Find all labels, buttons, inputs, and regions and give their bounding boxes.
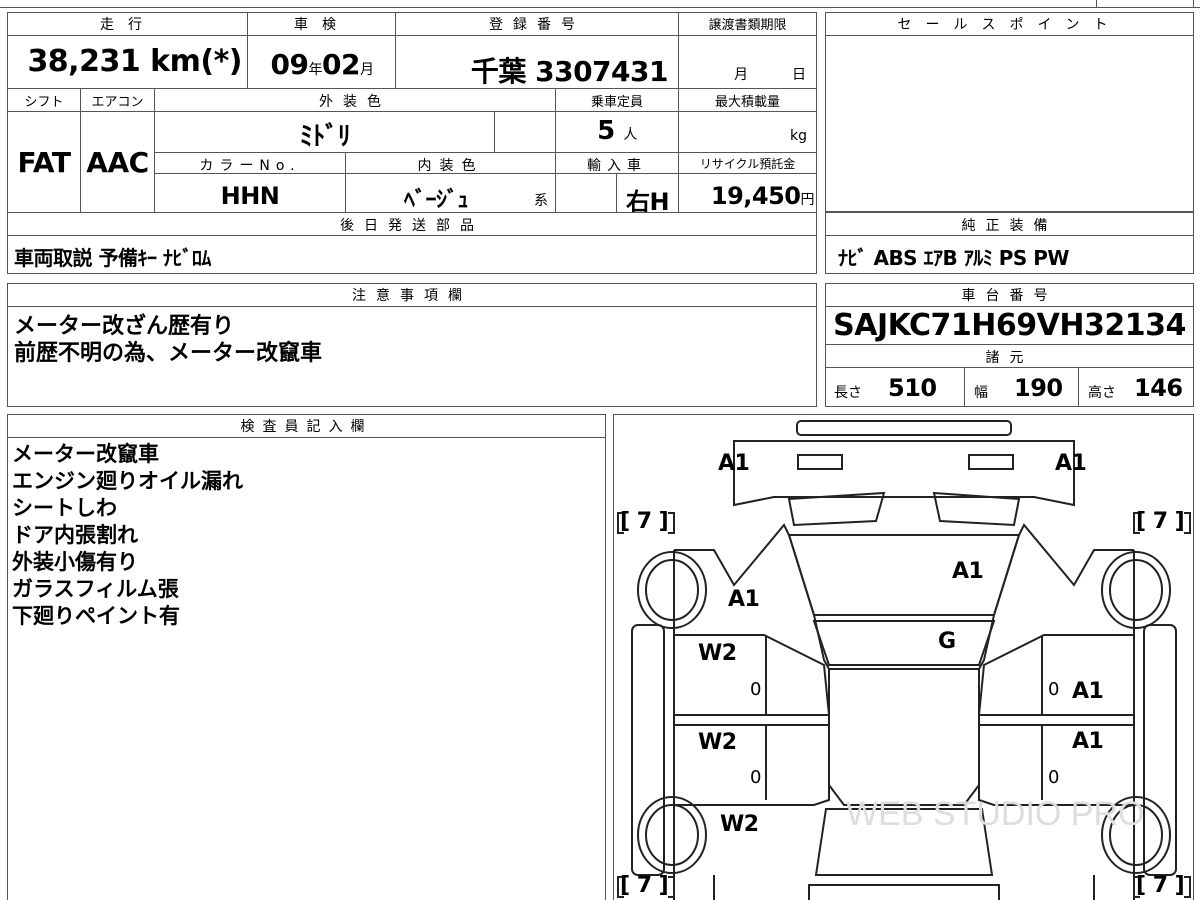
mark-hood: A1 (952, 559, 984, 584)
inspector-line-6: ガラスフィルム張 (12, 577, 179, 601)
tire-rear-right-mark: [ 7 ] (1136, 873, 1185, 898)
mark-left-front-door: W2 (698, 641, 737, 666)
height-value: 146 (1134, 374, 1183, 402)
shift-label: シフト (24, 95, 64, 110)
height-label: 高さ (1088, 385, 1116, 401)
max-load-unit: kg (790, 128, 807, 144)
recycle-label: リサイクル預託金 (699, 157, 796, 171)
mark-left-rear: W2 (720, 812, 759, 837)
inspection-date: 09年02月 (270, 48, 374, 81)
sales-point-box (825, 12, 1194, 212)
width-label: 幅 (974, 385, 988, 401)
aircon-label: エアコン (91, 95, 144, 110)
later-parts-value: 車両取説 予備ｷｰ ﾅﾋﾞﾛﾑ (14, 246, 211, 270)
transfer-deadline-label: 譲渡書類期限 (708, 18, 787, 33)
top-right-tab (1096, 0, 1194, 8)
exterior-color-label: 外装色 (319, 94, 391, 110)
aircon-value: AAC (86, 146, 149, 179)
inspector-line-3: シートしわ (12, 496, 117, 520)
color-no-label: カラーNo. (199, 158, 301, 174)
transfer-day: 日 (792, 67, 806, 83)
mileage-label: 走行 (100, 17, 156, 33)
recycle-value: 19,450円 (710, 182, 815, 210)
zero-left-front: 0 (750, 679, 762, 700)
top-strip (0, 0, 1200, 8)
mileage-value: 38,231 km(*) (27, 44, 242, 79)
mark-right-front-door: A1 (1072, 679, 1104, 704)
specs-label: 諸元 (985, 350, 1034, 366)
chassis-number: SAJKC71H69VH32134 (833, 308, 1186, 343)
shift-value: FAT (17, 146, 71, 179)
mark-front-left: A1 (718, 451, 750, 476)
mark-windshield: G (938, 629, 956, 654)
car-diagram: WEB STUDIO PRO A1 A1 A1 A1 G W2 W2 W2 A1… (613, 414, 1194, 900)
inspector-line-1: メーター改竄車 (12, 442, 159, 466)
registration-number: 千葉 3307431 (470, 55, 669, 88)
chassis-label: 車台番号 (961, 288, 1058, 304)
inspector-label: 検査員記入欄 (240, 419, 373, 435)
inspector-line-4: ドア内張割れ (12, 523, 138, 547)
mark-left-rear-door: W2 (698, 730, 737, 755)
tire-rear-left-mark: [ 7 ] (620, 873, 669, 898)
capacity-value: 5 人 (597, 116, 637, 146)
max-load-label: 最大積載量 (714, 95, 780, 110)
interior-color-label: 内装色 (417, 158, 484, 174)
later-parts-label: 後日発送部品 (340, 218, 484, 234)
length-value: 510 (888, 374, 937, 402)
transfer-month: 月 (734, 67, 748, 83)
zero-left-rear: 0 (750, 767, 762, 788)
tire-front-right-mark: [ 7 ] (1136, 509, 1185, 534)
equipment-label: 純正装備 (961, 218, 1058, 234)
registration-label: 登録番号 (489, 17, 585, 33)
watermark: WEB STUDIO PRO (846, 795, 1144, 833)
caution-label: 注意事項欄 (352, 288, 472, 304)
inspector-line-5: 外装小傷有り (12, 550, 138, 574)
inspection-label: 車検 (294, 17, 350, 33)
exterior-color-value: ﾐﾄﾞﾘ (299, 122, 351, 152)
inspector-line-2: エンジン廻りオイル漏れ (12, 469, 243, 493)
zero-right-rear: 0 (1048, 767, 1060, 788)
width-value: 190 (1014, 374, 1063, 402)
interior-suffix: 系 (534, 193, 548, 209)
caution-line-1: メーター改ざん歴有り (14, 314, 235, 339)
zero-right-front: 0 (1048, 679, 1060, 700)
inspector-line-7: 下廻りペイント有 (12, 604, 180, 628)
mark-front-right: A1 (1055, 451, 1087, 476)
color-no-value: HHN (220, 182, 280, 210)
interior-color-value: ﾍﾞｰｼﾞｭ (403, 188, 469, 213)
tire-front-left-mark: [ 7 ] (620, 509, 669, 534)
import-label: 輸入車 (587, 158, 647, 174)
capacity-label: 乗車定員 (590, 95, 643, 110)
caution-line-2: 前歴不明の為、メーター改竄車 (14, 341, 323, 366)
mark-left-fender: A1 (728, 587, 760, 612)
sales-point-label: セールスポイント (897, 17, 1122, 33)
length-label: 長さ (834, 385, 862, 401)
equipment-value: ﾅﾋﾞ ABS ｴｱB ｱﾙﾐ PS PW (838, 246, 1069, 270)
mark-right-rear-door: A1 (1072, 729, 1104, 754)
